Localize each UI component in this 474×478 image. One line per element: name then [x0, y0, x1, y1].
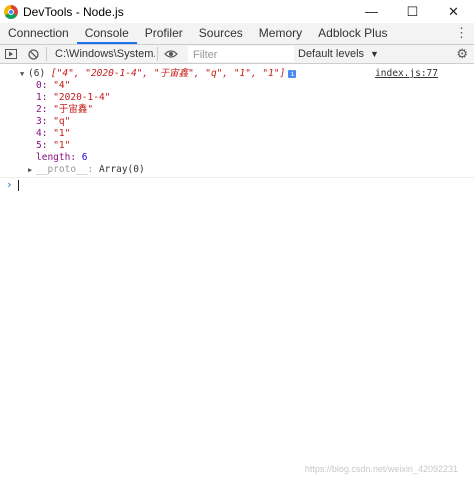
tab-connection[interactable]: Connection	[0, 24, 77, 44]
array-entry: 4: "1"	[36, 128, 70, 140]
log-summary[interactable]: ▼ (6) ["4", "2020-1-4", "于宙鑫", "q", "1", …	[20, 68, 460, 80]
entry-value: "于宙鑫"	[53, 104, 94, 115]
entry-value: "2020-1-4"	[53, 92, 111, 103]
entry-index: 4:	[36, 128, 48, 139]
tab-adblock-plus[interactable]: Adblock Plus	[310, 24, 395, 44]
entry-value: "1"	[53, 128, 71, 139]
array-entry: 5: "1"	[36, 140, 70, 152]
source-link[interactable]: index.js:77	[375, 68, 438, 80]
tab-profiler[interactable]: Profiler	[137, 24, 191, 44]
text-cursor	[18, 180, 19, 191]
minimize-button[interactable]: —	[351, 0, 392, 23]
proto-label: __proto__:	[36, 164, 94, 175]
devtools-tab-bar: Connection Console Profiler Sources Memo…	[0, 23, 474, 45]
array-length-prefix: (6)	[28, 68, 46, 79]
info-icon: i	[288, 69, 297, 78]
log-levels-label: Default levels	[298, 48, 365, 60]
title-bar: DevTools - Node.js — ☐ ✕	[0, 0, 474, 23]
entry-value: "1"	[53, 140, 71, 151]
array-entry: 0: "4"	[36, 80, 70, 92]
entry-index: 0:	[36, 80, 48, 91]
entry-index: 3:	[36, 116, 48, 127]
log-levels-dropdown[interactable]: Default levels ▼	[298, 48, 379, 60]
entry-index: 5:	[36, 140, 48, 151]
window-controls: — ☐ ✕	[351, 0, 474, 23]
context-selector[interactable]: C:\Windows\System... ▼	[51, 47, 155, 61]
expand-triangle-icon[interactable]: ▼	[20, 68, 28, 80]
proto-value: Array(0)	[98, 164, 145, 175]
more-menu-icon[interactable]: ⋮	[455, 25, 468, 41]
entry-value: "q"	[53, 116, 71, 127]
console-panel: ▼ (6) ["4", "2020-1-4", "于宙鑫", "q", "1", …	[0, 64, 474, 478]
entry-value: "4"	[53, 80, 71, 91]
expand-triangle-icon[interactable]: ▶	[28, 164, 36, 176]
toolbar-divider	[157, 47, 158, 61]
sidebar-toggle-icon[interactable]	[0, 45, 22, 63]
context-label: C:\Windows\System...	[55, 48, 155, 60]
length-value: 6	[81, 152, 88, 163]
clear-console-icon[interactable]	[22, 45, 44, 63]
array-entry: 3: "q"	[36, 116, 70, 128]
array-entry: 1: "2020-1-4"	[36, 92, 110, 104]
chevron-down-icon: ▼	[370, 49, 379, 59]
array-length: length: 6	[36, 152, 88, 164]
array-entry: 2: "于宙鑫"	[36, 104, 93, 116]
tab-memory[interactable]: Memory	[251, 24, 310, 44]
watermark: https://blog.csdn.net/weixin_42092231	[304, 464, 458, 474]
log-divider	[0, 177, 474, 178]
close-button[interactable]: ✕	[433, 0, 474, 23]
tab-console[interactable]: Console	[76, 24, 137, 44]
console-toolbar: C:\Windows\System... ▼ Filter Default le…	[0, 45, 474, 64]
prompt-chevron-icon: ›	[6, 178, 13, 191]
gear-icon[interactable]: ⚙	[456, 46, 468, 62]
entry-index: 1:	[36, 92, 48, 103]
window-title: DevTools - Node.js	[23, 4, 124, 19]
eye-icon[interactable]	[160, 45, 182, 63]
array-preview: ["4", "2020-1-4", "于宙鑫", "q", "1", "1"]	[50, 68, 286, 79]
length-label: length:	[36, 152, 77, 163]
entry-index: 2:	[36, 104, 48, 115]
tab-sources[interactable]: Sources	[191, 24, 251, 44]
proto-entry[interactable]: ▶ __proto__: Array(0)	[28, 164, 145, 176]
filter-input[interactable]: Filter	[188, 46, 294, 62]
toolbar-divider	[46, 47, 47, 61]
maximize-button[interactable]: ☐	[392, 0, 433, 23]
chrome-icon	[4, 4, 18, 19]
